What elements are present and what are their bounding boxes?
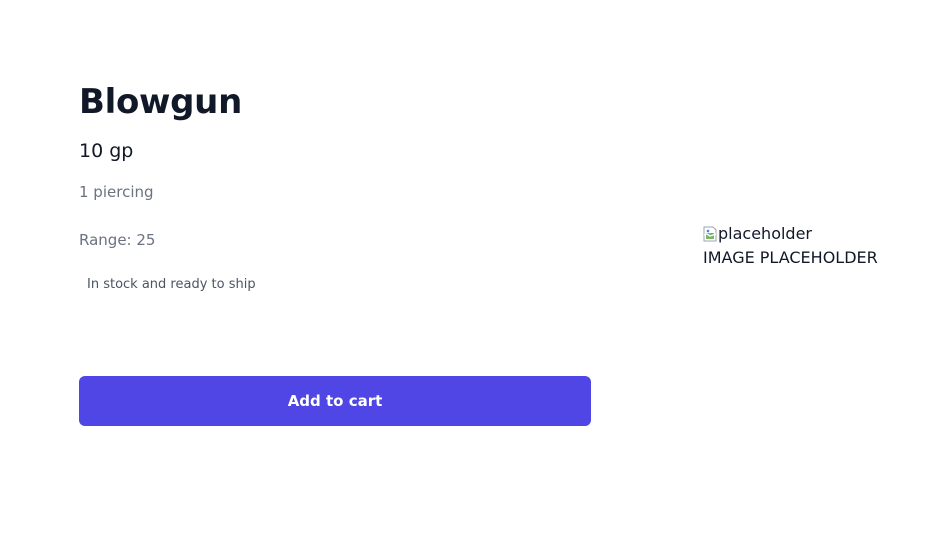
product-title: Blowgun bbox=[79, 82, 242, 122]
product-image: placeholder IMAGE PLACEHOLDER bbox=[703, 222, 903, 270]
stock-status: In stock and ready to ship bbox=[87, 277, 256, 292]
product-page: Blowgun 10 gp 1 piercing Range: 25 In st… bbox=[0, 0, 943, 541]
product-damage: 1 piercing bbox=[79, 183, 154, 201]
image-alt-text: placeholder bbox=[718, 224, 812, 243]
product-price: 10 gp bbox=[79, 140, 134, 162]
product-info: Blowgun 10 gp 1 piercing Range: 25 In st… bbox=[79, 78, 591, 294]
image-caption: IMAGE PLACEHOLDER bbox=[703, 248, 878, 267]
broken-image: placeholder bbox=[703, 222, 903, 246]
product-range: Range: 25 bbox=[79, 231, 156, 249]
add-to-cart-button[interactable]: Add to cart bbox=[79, 376, 591, 426]
broken-image-icon bbox=[703, 226, 717, 242]
